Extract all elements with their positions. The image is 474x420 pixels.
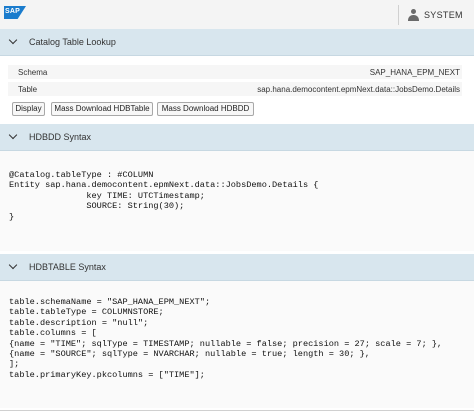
code-line: @Catalog.tableType : #COLUMN	[9, 170, 154, 180]
hdbdd-code: @Catalog.tableType : #COLUMN Entity sap.h…	[9, 170, 318, 222]
user-name: SYSTEM	[424, 10, 463, 20]
mass-download-hdbdd-button[interactable]: Mass Download HDBDD	[157, 102, 254, 116]
schema-label: Schema	[18, 68, 48, 77]
code-line: SOURCE: String(30);	[9, 201, 185, 212]
user-icon	[408, 9, 419, 21]
logo-text: SAP	[5, 8, 20, 15]
user-menu[interactable]: SYSTEM	[398, 5, 474, 25]
sap-logo[interactable]: SAP	[4, 6, 26, 19]
hdbtable-code: table.schemaName = "SAP_HANA_EPM_NEXT"; t…	[9, 297, 442, 380]
hdbdd-header[interactable]: HDBDD Syntax	[0, 124, 474, 151]
catalog-lookup-header[interactable]: Catalog Table Lookup	[0, 29, 474, 56]
chevron-down-icon	[8, 260, 18, 270]
table-value: sap.hana.democontent.epmNext.data::JobsD…	[257, 85, 460, 94]
code-line: table.schemaName = "SAP_HANA_EPM_NEXT";	[9, 297, 211, 307]
code-line: table.tableType = COLUMNSTORE;	[9, 307, 164, 318]
code-line: key TIME: UTCTimestamp;	[9, 190, 205, 201]
bottom-divider	[0, 410, 474, 411]
hdbtable-code-area: table.schemaName = "SAP_HANA_EPM_NEXT"; t…	[0, 281, 474, 408]
code-line: ];	[9, 359, 20, 370]
code-line: {name = "SOURCE"; sqlType = NVARCHAR; nu…	[9, 349, 370, 360]
chevron-down-icon	[8, 130, 18, 140]
table-label: Table	[18, 85, 38, 94]
hdbdd-code-area: @Catalog.tableType : #COLUMN Entity sap.h…	[0, 151, 474, 251]
display-button[interactable]: Display	[12, 102, 45, 116]
schema-value: SAP_HANA_EPM_NEXT	[369, 68, 460, 77]
code-line: }	[9, 211, 15, 222]
panel-title: HDBDD Syntax	[29, 132, 92, 142]
hdbtable-header[interactable]: HDBTABLE Syntax	[0, 254, 474, 281]
table-row: Table sap.hana.democontent.epmNext.data:…	[8, 82, 462, 96]
panel-title: HDBTABLE Syntax	[29, 262, 106, 272]
code-line: Entity sap.hana.democontent.epmNext.data…	[9, 180, 319, 191]
schema-row: Schema SAP_HANA_EPM_NEXT	[8, 65, 462, 79]
code-line: table.primaryKey.pkcolumns = ["TIME"];	[9, 369, 205, 380]
code-line: table.description = "null";	[9, 317, 149, 328]
chevron-down-icon	[8, 35, 18, 45]
code-line: {name = "TIME"; sqlType = TIMESTAMP; nul…	[9, 338, 443, 349]
mass-download-hdbtable-button[interactable]: Mass Download HDBTable	[51, 102, 153, 116]
panel-title: Catalog Table Lookup	[29, 37, 116, 47]
code-line: table.columns = [	[9, 328, 97, 339]
shell-bar: SAP SYSTEM	[0, 0, 474, 30]
